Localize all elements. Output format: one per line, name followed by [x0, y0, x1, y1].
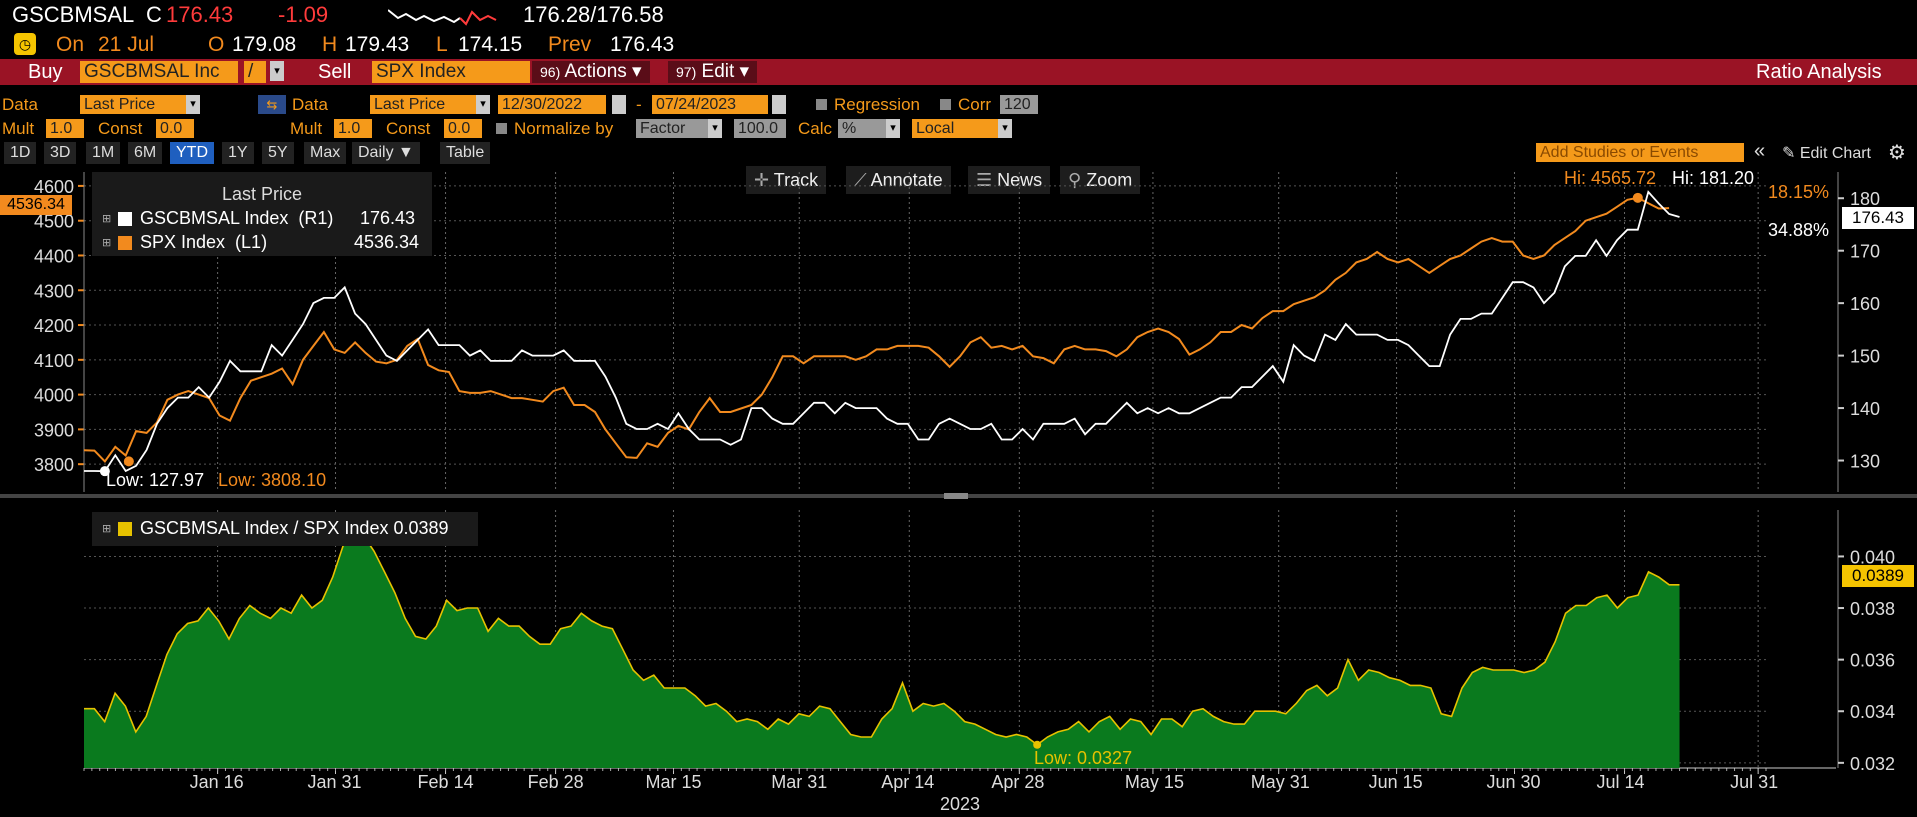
hi-gs-label: Hi: 181.20 — [1672, 168, 1755, 188]
left-tick-label: 4300 — [34, 281, 74, 301]
x-axis-year: 2023 — [940, 794, 981, 814]
right-tick-label: 140 — [1850, 399, 1880, 419]
right-tick-label: 150 — [1850, 347, 1880, 367]
x-tick-label: Mar 15 — [645, 772, 702, 792]
x-tick-label: Jun 15 — [1368, 772, 1423, 792]
ratio-last-tag: 0.0389 — [1842, 565, 1914, 587]
ratio-area — [84, 533, 1680, 768]
x-tick-label: Jun 30 — [1486, 772, 1541, 792]
left-tick-label: 4400 — [34, 246, 74, 266]
x-tick-label: Feb 28 — [527, 772, 584, 792]
x-tick-label: May 15 — [1124, 772, 1184, 792]
last-gs-tag: 176.43 — [1842, 207, 1914, 229]
ratio-tick-label: 0.034 — [1850, 702, 1895, 722]
x-tick-label: Jan 16 — [189, 772, 244, 792]
ratio-tick-label: 0.032 — [1850, 754, 1895, 774]
last-spx-tag: 4536.34 — [0, 195, 72, 215]
x-tick-label: Mar 31 — [771, 772, 828, 792]
legend-swatch-gs — [118, 212, 132, 226]
x-tick-label: Feb 14 — [417, 772, 474, 792]
right-tick-label: 130 — [1850, 452, 1880, 472]
x-tick-label: Apr 28 — [991, 772, 1045, 792]
right-tick-label: 160 — [1850, 294, 1880, 314]
low-spx-marker — [123, 456, 134, 467]
left-tick-label: 3800 — [34, 455, 74, 475]
legend-series-spx: SPX Index (L1) — [140, 232, 268, 252]
legend-title: Last Price — [222, 184, 303, 204]
pct-spx-label: 18.15% — [1768, 182, 1830, 202]
left-tick-label: 4600 — [34, 177, 74, 197]
pct-gs-label: 34.88% — [1768, 220, 1830, 240]
hi-spx-marker — [1632, 192, 1643, 203]
left-tick-label: 4100 — [34, 351, 74, 371]
legend-value-spx: 4536.34 — [354, 232, 420, 252]
legend-expand-icon[interactable]: ⊞ — [102, 236, 111, 249]
low-gs-label: Low: 127.97 — [106, 470, 205, 490]
legend-expand-icon[interactable]: ⊞ — [102, 522, 111, 535]
ratio-legend-label: GSCBMSAL Index / SPX Index 0.0389 — [140, 518, 449, 538]
hi-spx-label: Hi: 4565.72 — [1564, 168, 1657, 188]
x-tick-label: May 31 — [1250, 772, 1310, 792]
low-spx-label: Low: 3808.10 — [218, 470, 327, 490]
ratio-low-label: Low: 0.0327 — [1034, 748, 1133, 768]
ratio-tick-label: 0.038 — [1850, 599, 1895, 619]
right-tick-label: 170 — [1850, 242, 1880, 262]
legend-swatch-spx — [118, 236, 132, 250]
legend-value-gs: 176.43 — [360, 208, 416, 228]
left-tick-label: 3900 — [34, 420, 74, 440]
ratio-tick-label: 0.036 — [1850, 651, 1895, 671]
price-chart[interactable]: 3800390040004100420043004400450046001301… — [0, 0, 1917, 817]
left-tick-label: 4200 — [34, 316, 74, 336]
ratio-legend-swatch — [118, 522, 132, 536]
legend-expand-icon[interactable]: ⊞ — [102, 212, 111, 225]
divider-handle[interactable] — [944, 493, 968, 499]
x-tick-label: Jul 14 — [1596, 772, 1645, 792]
x-tick-label: Jan 31 — [307, 772, 362, 792]
x-tick-label: Jul 31 — [1730, 772, 1779, 792]
legend-series-gs: GSCBMSAL Index (R1) — [140, 208, 334, 228]
x-tick-label: Apr 14 — [881, 772, 935, 792]
left-tick-label: 4000 — [34, 386, 74, 406]
